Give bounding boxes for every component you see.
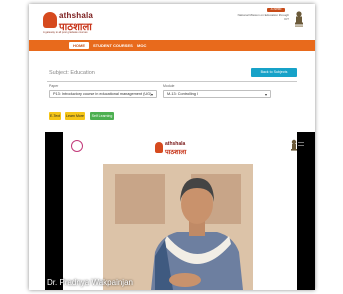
presenter-caption: Dr. Pradnya Wakpainjan [47, 278, 133, 287]
main-nav: HOME STUDENT COURSES MOC [29, 40, 315, 51]
site-header: athshala पाठशाला A gateway to all post g… [29, 4, 315, 40]
paper-label: Paper [49, 84, 59, 88]
presenter-image [151, 178, 243, 290]
back-to-subjects-button[interactable]: Back to Subjects [251, 68, 297, 77]
paper-select[interactable]: P13: Introductory course in educational … [49, 90, 157, 98]
video-player[interactable]: athshala पाठशाला Dr. Pradnya Wakpainjan [45, 132, 315, 290]
pathshala-logo-icon [43, 12, 57, 28]
pathshala-logo[interactable]: athshala पाठशाला A gateway to all post g… [43, 10, 121, 36]
mhrd-badge: An MHRD Project [267, 8, 285, 15]
module-select[interactable]: M-13: Controlling I ▾ [163, 90, 271, 98]
paper-select-value: P13: Introductory course in educational … [53, 92, 152, 96]
nav-moc[interactable]: MOC [137, 42, 146, 49]
tab-self-learning[interactable]: Self Learning [90, 112, 114, 120]
page-title: Subject: Education [49, 70, 95, 76]
nav-student-courses[interactable]: STUDENT COURSES [93, 42, 133, 49]
tab-learn-more[interactable]: Learn More [65, 112, 85, 120]
video-frame: athshala पाठशाला [63, 132, 304, 290]
logo-tagline: A gateway to all post graduate courses [43, 31, 88, 34]
tab-etext[interactable]: E-Text [49, 112, 61, 120]
divider [47, 81, 297, 82]
module-select-value: M-13: Controlling I [167, 92, 199, 96]
chevron-down-icon: ▾ [264, 92, 267, 97]
browser-page: athshala पाठशाला A gateway to all post g… [29, 4, 315, 290]
national-emblem-icon [295, 11, 303, 27]
nav-home[interactable]: HOME [69, 42, 89, 49]
ministry-text: National Mission on Education through IC… [237, 13, 289, 21]
chevron-down-icon: ▾ [150, 92, 153, 97]
module-label: Module [163, 84, 175, 88]
